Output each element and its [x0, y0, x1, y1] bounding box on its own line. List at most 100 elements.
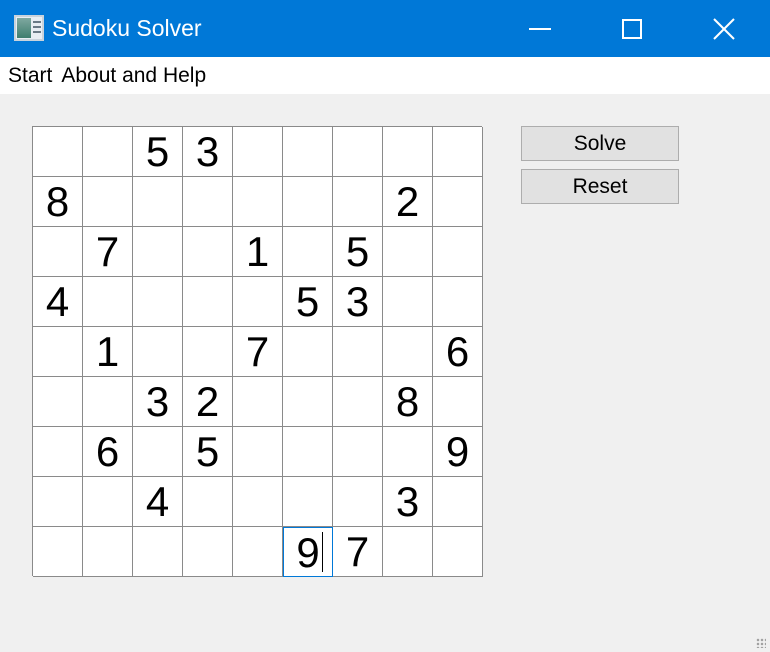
sudoku-cell[interactable]	[133, 277, 183, 327]
sudoku-cell[interactable]	[83, 127, 133, 177]
sudoku-cell[interactable]	[433, 227, 483, 277]
sudoku-cell[interactable]	[183, 527, 233, 577]
sudoku-cell[interactable]: 2	[183, 377, 233, 427]
sudoku-cell[interactable]: 3	[333, 277, 383, 327]
sudoku-cell[interactable]	[33, 227, 83, 277]
sudoku-cell[interactable]	[433, 127, 483, 177]
maximize-icon	[622, 18, 642, 39]
sudoku-cell[interactable]	[333, 177, 383, 227]
sudoku-cell[interactable]	[33, 377, 83, 427]
sudoku-app-icon	[14, 15, 44, 41]
minimize-button[interactable]	[494, 0, 586, 57]
sudoku-cell[interactable]	[233, 377, 283, 427]
sudoku-cell[interactable]: 5	[333, 227, 383, 277]
sudoku-cell[interactable]: 6	[83, 427, 133, 477]
sudoku-cell[interactable]	[433, 277, 483, 327]
sudoku-cell[interactable]	[333, 327, 383, 377]
sudoku-cell[interactable]	[433, 477, 483, 527]
sudoku-cell[interactable]	[133, 527, 183, 577]
sudoku-cell[interactable]	[333, 127, 383, 177]
sudoku-cell[interactable]	[283, 427, 333, 477]
sudoku-cell[interactable]: 4	[133, 477, 183, 527]
sudoku-cell[interactable]	[183, 477, 233, 527]
sudoku-cell[interactable]	[283, 227, 333, 277]
reset-button[interactable]: Reset	[521, 169, 679, 204]
sudoku-cell[interactable]	[383, 277, 433, 327]
sudoku-cell[interactable]	[233, 277, 283, 327]
sudoku-grid: 53827154531763286594397	[32, 126, 483, 577]
solve-button[interactable]: Solve	[521, 126, 679, 161]
sudoku-cell[interactable]	[283, 127, 333, 177]
sudoku-cell[interactable]	[283, 477, 333, 527]
menu-about-and-help[interactable]: About and Help	[52, 57, 206, 94]
sudoku-cell[interactable]	[33, 427, 83, 477]
sudoku-cell[interactable]	[383, 427, 433, 477]
sudoku-cell[interactable]	[383, 227, 433, 277]
close-button[interactable]	[678, 0, 770, 57]
app-icon-panel	[17, 18, 31, 38]
sudoku-cell[interactable]	[333, 427, 383, 477]
sudoku-cell[interactable]: 5	[283, 277, 333, 327]
sudoku-cell[interactable]: 5	[183, 427, 233, 477]
minimize-icon	[529, 27, 551, 30]
sudoku-cell[interactable]	[383, 127, 433, 177]
sudoku-cell[interactable]	[283, 177, 333, 227]
sudoku-cell[interactable]	[183, 277, 233, 327]
sudoku-cell[interactable]	[383, 327, 433, 377]
sudoku-cell[interactable]: 4	[33, 277, 83, 327]
sudoku-cell[interactable]	[83, 477, 133, 527]
sudoku-cell[interactable]	[83, 177, 133, 227]
sudoku-cell[interactable]: 7	[333, 527, 383, 577]
app-icon-lines	[33, 21, 41, 23]
menu-bar: Start About and Help	[0, 57, 770, 94]
sudoku-cell[interactable]: 8	[33, 177, 83, 227]
maximize-button[interactable]	[586, 0, 678, 57]
sudoku-cell[interactable]	[183, 327, 233, 377]
sudoku-cell[interactable]	[433, 527, 483, 577]
sudoku-cell[interactable]: 5	[133, 127, 183, 177]
sudoku-cell[interactable]: 2	[383, 177, 433, 227]
close-icon	[713, 17, 735, 40]
title-bar[interactable]: Sudoku Solver	[0, 0, 770, 57]
sudoku-cell[interactable]	[183, 177, 233, 227]
sudoku-cell[interactable]	[133, 327, 183, 377]
sudoku-cell[interactable]	[283, 327, 333, 377]
sudoku-cell[interactable]: 9	[283, 527, 333, 577]
sudoku-cell[interactable]	[33, 127, 83, 177]
sudoku-cell[interactable]	[433, 177, 483, 227]
sudoku-cell[interactable]	[233, 177, 283, 227]
sudoku-cell[interactable]	[333, 377, 383, 427]
sudoku-cell[interactable]: 8	[383, 377, 433, 427]
sudoku-cell[interactable]	[283, 377, 333, 427]
sudoku-cell[interactable]	[233, 477, 283, 527]
sudoku-cell[interactable]	[433, 377, 483, 427]
sudoku-cell[interactable]: 1	[83, 327, 133, 377]
sudoku-cell[interactable]	[83, 277, 133, 327]
sudoku-cell[interactable]: 7	[83, 227, 133, 277]
sudoku-cell[interactable]	[333, 477, 383, 527]
sudoku-cell[interactable]	[83, 377, 133, 427]
window-title: Sudoku Solver	[52, 15, 202, 41]
menu-start[interactable]: Start	[0, 57, 52, 94]
sudoku-solver-window: Sudoku Solver Start About and Help 53827…	[0, 0, 770, 652]
sudoku-cell[interactable]: 6	[433, 327, 483, 377]
sudoku-cell[interactable]: 3	[383, 477, 433, 527]
sudoku-cell[interactable]: 1	[233, 227, 283, 277]
sudoku-cell[interactable]: 9	[433, 427, 483, 477]
sudoku-cell[interactable]: 3	[183, 127, 233, 177]
sudoku-cell[interactable]	[33, 527, 83, 577]
sudoku-cell[interactable]	[33, 477, 83, 527]
sudoku-cell[interactable]	[133, 177, 183, 227]
sudoku-cell[interactable]	[233, 127, 283, 177]
sudoku-cell[interactable]	[233, 527, 283, 577]
sudoku-cell[interactable]	[83, 527, 133, 577]
sudoku-cell[interactable]	[183, 227, 233, 277]
sudoku-cell[interactable]	[33, 327, 83, 377]
resize-grip[interactable]	[756, 638, 766, 648]
sudoku-cell[interactable]	[133, 427, 183, 477]
sudoku-cell[interactable]	[133, 227, 183, 277]
sudoku-cell[interactable]: 7	[233, 327, 283, 377]
sudoku-cell[interactable]: 3	[133, 377, 183, 427]
sudoku-cell[interactable]	[233, 427, 283, 477]
sudoku-cell[interactable]	[383, 527, 433, 577]
